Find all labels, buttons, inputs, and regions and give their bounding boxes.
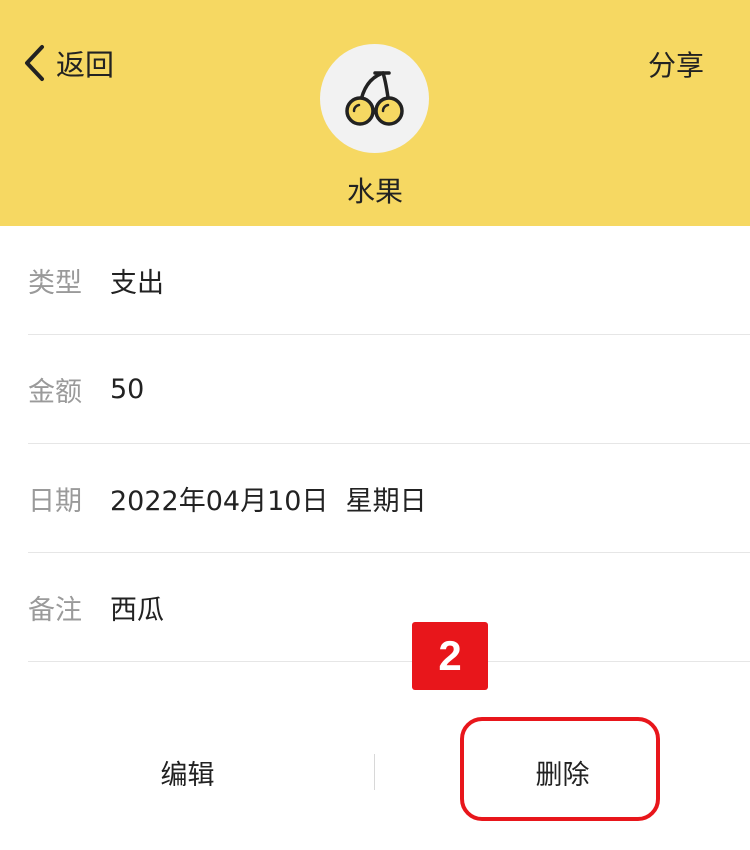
row-value: 2022年04月10日 星期日 bbox=[110, 485, 427, 517]
share-button[interactable]: 分享 bbox=[648, 44, 704, 84]
cherry-icon bbox=[343, 67, 407, 131]
row-value: 50 bbox=[110, 373, 145, 405]
category-name: 水果 bbox=[346, 175, 403, 208]
row-label: 备注 bbox=[28, 594, 82, 626]
row-value: 西瓜 bbox=[110, 594, 164, 626]
edit-button[interactable]: 编辑 bbox=[0, 718, 375, 826]
detail-row-type: 类型 支出 bbox=[28, 226, 750, 335]
detail-row-date: 日期 2022年04月10日 星期日 bbox=[28, 444, 750, 553]
chevron-left-icon bbox=[22, 43, 48, 83]
highlight-box bbox=[460, 717, 660, 821]
header-bar: 返回 分享 水果 bbox=[0, 0, 750, 226]
detail-row-note: 备注 西瓜 bbox=[28, 553, 750, 662]
back-button[interactable]: 返回 bbox=[22, 40, 114, 86]
row-value: 支出 bbox=[110, 267, 164, 299]
back-label: 返回 bbox=[56, 48, 115, 82]
row-label: 日期 bbox=[28, 485, 82, 517]
row-label: 类型 bbox=[28, 267, 82, 299]
detail-row-amount: 金额 50 bbox=[28, 335, 750, 444]
step-marker-badge: 2 bbox=[412, 622, 488, 690]
category-avatar bbox=[320, 44, 429, 153]
row-label: 金额 bbox=[28, 376, 82, 408]
